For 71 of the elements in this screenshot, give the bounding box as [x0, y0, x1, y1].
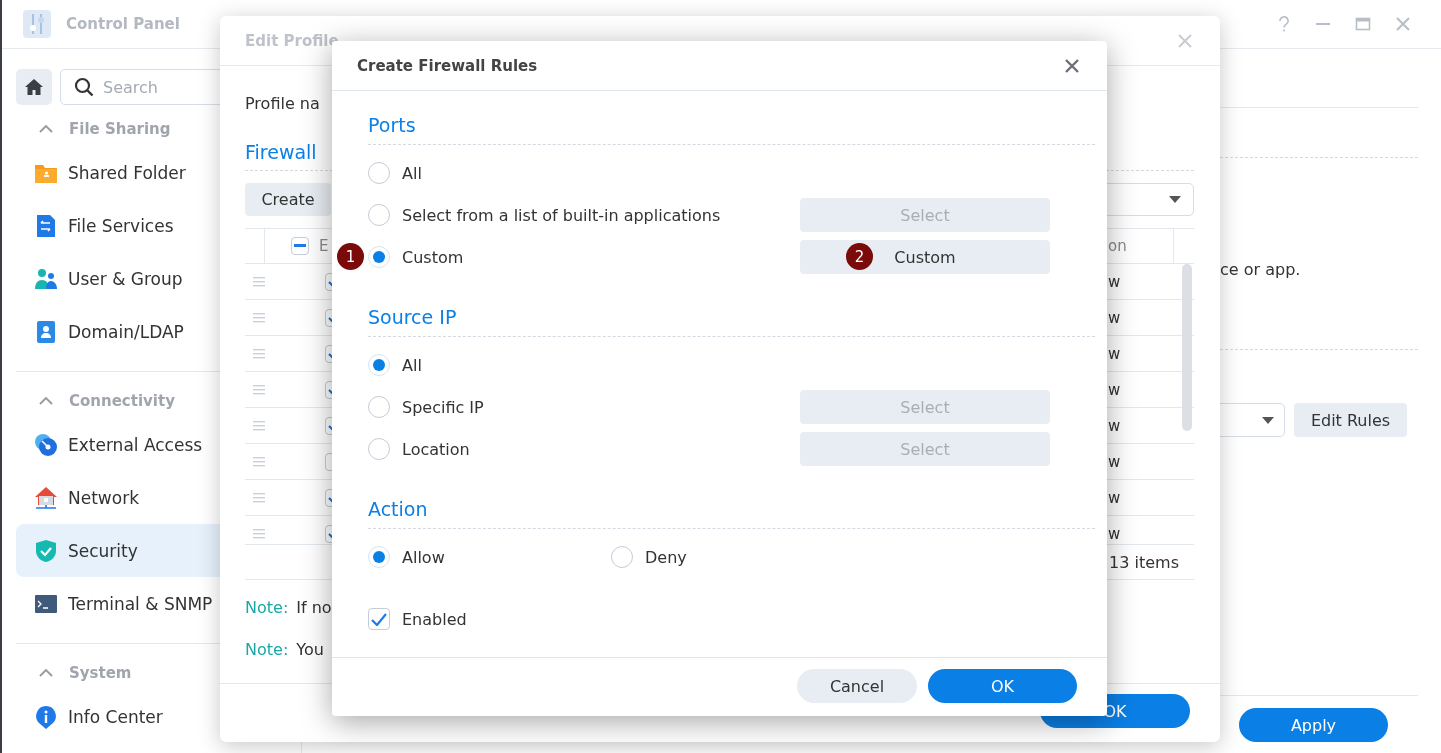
select-all-checkbox[interactable] — [291, 237, 309, 255]
option-button[interactable]: 2 Custom — [800, 240, 1050, 274]
option-label[interactable]: Deny — [645, 547, 687, 567]
maximize-icon[interactable] — [1355, 16, 1371, 32]
step-badge: 2 — [846, 243, 873, 270]
apply-button[interactable]: Apply — [1239, 708, 1388, 742]
home-icon — [24, 78, 44, 96]
radio-button[interactable] — [368, 246, 390, 268]
edit-rules-button[interactable]: Edit Rules — [1294, 403, 1407, 437]
table-cell: w — [1108, 416, 1121, 435]
sidebar-item[interactable]: External Access — [16, 418, 331, 471]
sidebar-item[interactable]: User & Group — [16, 252, 331, 305]
radio-button[interactable] — [368, 354, 390, 376]
scrollbar[interactable] — [1182, 264, 1192, 431]
option-label[interactable]: Custom — [402, 247, 464, 267]
option-label[interactable]: Allow — [402, 547, 445, 567]
contact-card-icon — [34, 319, 58, 344]
window-title: Edit Profile — [245, 31, 339, 50]
option-label[interactable]: All — [402, 355, 422, 375]
column-header[interactable]: on — [1108, 237, 1127, 255]
table-cell: w — [1108, 488, 1121, 507]
help-icon[interactable] — [1277, 16, 1291, 32]
drag-handle-icon[interactable] — [253, 528, 265, 539]
note-label: Note: — [245, 598, 289, 618]
drag-handle-icon[interactable] — [253, 348, 265, 359]
radio-button[interactable] — [611, 546, 633, 568]
section-heading: Action — [368, 497, 1095, 529]
dialog-title: Create Firewall Rules — [357, 56, 538, 75]
cancel-button[interactable]: Cancel — [797, 669, 917, 703]
shield-icon — [34, 538, 58, 563]
sidebar-item[interactable]: Info Center — [16, 690, 331, 743]
item-count: 13 items — [1109, 552, 1179, 572]
radio-button[interactable] — [368, 162, 390, 184]
create-button[interactable]: Create — [245, 183, 331, 216]
drag-handle-icon[interactable] — [253, 312, 265, 323]
table-cell: w — [1108, 524, 1121, 543]
info-icon — [34, 704, 58, 729]
checkbox[interactable] — [368, 608, 390, 630]
sliders-icon — [22, 9, 52, 39]
sidebar-item[interactable]: Domain/LDAP — [16, 305, 331, 358]
search-icon — [74, 77, 94, 97]
table-cell: w — [1108, 452, 1121, 471]
caret-down-icon — [1169, 196, 1181, 203]
checkbox-label[interactable]: Enabled — [402, 609, 467, 629]
table-cell: w — [1108, 344, 1121, 363]
column-header[interactable]: E — [319, 237, 329, 255]
drag-handle-icon[interactable] — [253, 456, 265, 467]
radio-button[interactable] — [368, 546, 390, 568]
document-icon — [34, 213, 58, 238]
drag-handle-icon[interactable] — [253, 384, 265, 395]
check-icon — [371, 612, 387, 626]
close-icon[interactable] — [1065, 58, 1079, 73]
step-badge: 1 — [337, 243, 364, 270]
caret-down-icon — [1262, 416, 1274, 424]
home-button[interactable] — [16, 69, 52, 105]
drag-handle-icon[interactable] — [253, 492, 265, 503]
minus-icon — [294, 244, 306, 248]
drag-handle-icon[interactable] — [253, 276, 265, 287]
table-cell: w — [1108, 380, 1121, 399]
window-title: Control Panel — [66, 15, 180, 33]
users-icon — [34, 266, 58, 291]
section-heading: Source IP — [368, 305, 1095, 337]
drag-handle-icon[interactable] — [253, 420, 265, 431]
ok-button[interactable]: OK — [928, 669, 1077, 703]
description-text: ce or app. — [1220, 260, 1302, 280]
house-icon — [34, 485, 58, 510]
note-text: If no — [296, 598, 332, 618]
table-cell: w — [1108, 308, 1121, 327]
sidebar-item[interactable]: Network — [16, 471, 331, 524]
table-cell: w — [1108, 272, 1121, 291]
section-heading: Ports — [368, 113, 1095, 145]
